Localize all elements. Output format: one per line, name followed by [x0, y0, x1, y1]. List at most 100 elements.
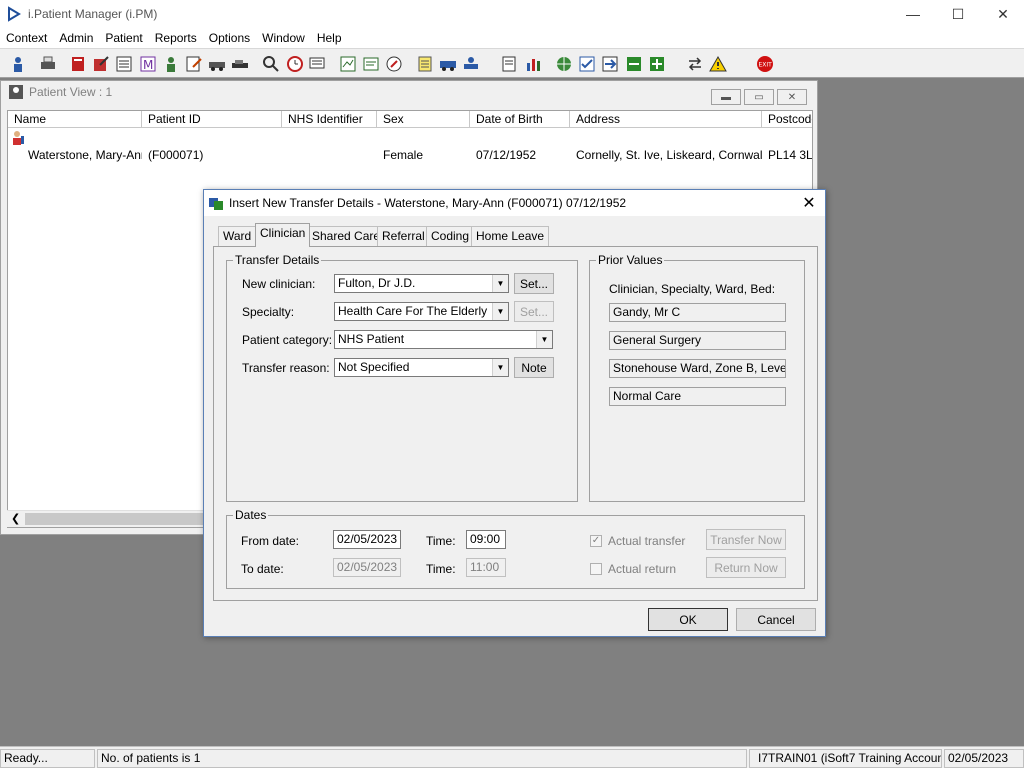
tab-panel: Transfer Details New clinician: Fulton, …: [213, 246, 818, 601]
menu-admin[interactable]: Admin: [53, 31, 99, 45]
menu-options[interactable]: Options: [203, 31, 256, 45]
actual-transfer-checkbox[interactable]: ✓ Actual transfer: [590, 534, 685, 548]
tab-home-leave[interactable]: Home Leave: [471, 226, 550, 246]
child-restore-button[interactable]: ▭: [744, 89, 774, 105]
mail-icon[interactable]: M: [138, 53, 158, 74]
checkmark-icon: ✓: [590, 535, 602, 547]
transfer-now-button[interactable]: Transfer Now: [706, 529, 786, 550]
document-icon[interactable]: [361, 53, 381, 74]
page-icon[interactable]: [499, 53, 519, 74]
user-icon[interactable]: [8, 53, 28, 74]
status-account: I7TRAIN01 (iSoft7 Training Account): [749, 749, 942, 768]
minimize-icon: ▬: [721, 91, 731, 103]
tab-clinician[interactable]: Clinician: [255, 223, 311, 247]
ambulance-icon[interactable]: [438, 53, 458, 74]
cancel-button[interactable]: Cancel: [736, 608, 816, 631]
to-time-field[interactable]: 11:00: [466, 558, 506, 577]
search-icon[interactable]: [261, 53, 281, 74]
from-date-label: From date:: [241, 534, 300, 548]
patient-category-select[interactable]: NHS Patient ▼: [334, 330, 553, 349]
notes-icon[interactable]: [184, 53, 204, 74]
chart-icon[interactable]: [338, 53, 358, 74]
exit-icon[interactable]: EXIT: [755, 53, 775, 74]
maximize-button[interactable]: ☐: [935, 0, 981, 28]
printer-icon[interactable]: [38, 53, 58, 74]
menu-context[interactable]: Context: [0, 31, 53, 45]
set-clinician-button[interactable]: Set...: [514, 273, 554, 294]
horizontal-scrollbar[interactable]: ❮: [7, 510, 207, 527]
transfer-reason-select[interactable]: Not Specified ▼: [334, 358, 509, 377]
transport-icon[interactable]: [207, 53, 227, 74]
bar-chart-icon[interactable]: [523, 53, 543, 74]
menu-window[interactable]: Window: [256, 31, 311, 45]
transfer-icon: [209, 198, 223, 210]
specialty-select[interactable]: Health Care For The Elderly ▼: [334, 302, 509, 321]
monitor-icon[interactable]: [307, 53, 327, 74]
tab-shared-care[interactable]: Shared Care: [307, 226, 386, 246]
app-title-bar: i.Patient Manager (i.PM) — ☐ ✕: [0, 0, 1024, 28]
to-date-field[interactable]: 02/05/2023: [333, 558, 401, 577]
new-clinician-label: New clinician:: [242, 277, 316, 291]
table-row[interactable]: Waterstone, Mary-Ann (F000071) Female 07…: [8, 129, 812, 162]
transfer-new-icon[interactable]: [647, 53, 667, 74]
warning-icon[interactable]: [708, 53, 728, 74]
note-button[interactable]: Note: [514, 357, 554, 378]
actual-transfer-label: Actual transfer: [608, 534, 686, 548]
chevron-down-icon[interactable]: ▼: [492, 275, 508, 292]
set-specialty-button[interactable]: Set...: [514, 301, 554, 322]
column-header-dob[interactable]: Date of Birth: [470, 111, 570, 128]
scroll-left-icon[interactable]: ❮: [11, 512, 20, 525]
bed-icon[interactable]: [461, 53, 481, 74]
tab-ward[interactable]: Ward: [218, 226, 257, 246]
minimize-button[interactable]: —: [890, 0, 936, 28]
scroll-thumb[interactable]: [25, 513, 205, 525]
chevron-down-icon[interactable]: ▼: [492, 303, 508, 320]
transfer-alt-icon[interactable]: [624, 53, 644, 74]
clock-icon[interactable]: [285, 53, 305, 74]
swap-icon[interactable]: [685, 53, 705, 74]
column-header-sex[interactable]: Sex: [377, 111, 470, 128]
column-header-address[interactable]: Address: [570, 111, 762, 128]
from-date-field[interactable]: 02/05/2023: [333, 530, 401, 549]
form-icon[interactable]: [114, 53, 134, 74]
new-clinician-value: Fulton, Dr J.D.: [338, 276, 416, 290]
lab-icon[interactable]: [384, 53, 404, 74]
ok-button[interactable]: OK: [648, 608, 728, 631]
new-clinician-select[interactable]: Fulton, Dr J.D. ▼: [334, 274, 509, 293]
list-icon[interactable]: [415, 53, 435, 74]
check-list-icon[interactable]: [577, 53, 597, 74]
status-bar: Ready... No. of patients is 1 I7TRAIN01 …: [0, 746, 1024, 768]
chevron-down-icon[interactable]: ▼: [492, 359, 508, 376]
close-button[interactable]: ✕: [980, 0, 1024, 28]
child-minimize-button[interactable]: ▬: [711, 89, 741, 105]
menu-help[interactable]: Help: [311, 31, 348, 45]
menu-reports[interactable]: Reports: [149, 31, 203, 45]
tab-referral[interactable]: Referral: [377, 226, 430, 246]
menu-patient[interactable]: Patient: [99, 31, 148, 45]
car-icon[interactable]: [230, 53, 250, 74]
column-header-patient-id[interactable]: Patient ID: [142, 111, 282, 128]
transfer-details-group: Transfer Details New clinician: Fulton, …: [226, 253, 578, 502]
child-close-button[interactable]: ✕: [777, 89, 807, 105]
globe-icon[interactable]: [554, 53, 574, 74]
column-header-nhs-identifier[interactable]: NHS Identifier: [282, 111, 377, 128]
patient-view-icon: [9, 85, 23, 99]
edit-icon[interactable]: [91, 53, 111, 74]
column-header-name[interactable]: Name: [8, 111, 142, 128]
column-header-postcode[interactable]: Postcode: [762, 111, 812, 128]
transfer-reason-label: Transfer reason:: [242, 361, 330, 375]
dialog-close-button[interactable]: ✕: [799, 193, 819, 213]
chevron-down-icon[interactable]: ▼: [536, 331, 552, 348]
transfer-reason-value: Not Specified: [338, 360, 410, 374]
transfer-icon[interactable]: [600, 53, 620, 74]
return-now-button[interactable]: Return Now: [706, 557, 786, 578]
from-time-field[interactable]: 09:00: [466, 530, 506, 549]
actual-return-checkbox[interactable]: Actual return: [590, 562, 676, 576]
tab-coding[interactable]: Coding: [426, 226, 475, 246]
doctor-icon[interactable]: [161, 53, 181, 74]
transfer-dialog: Insert New Transfer Details - Waterstone…: [203, 189, 826, 637]
book-icon[interactable]: [68, 53, 88, 74]
patient-view-title-bar: Patient View : 1: [1, 81, 817, 103]
prior-values-heading: Clinician, Specialty, Ward, Bed:: [609, 282, 776, 296]
prior-ward: Stonehouse Ward, Zone B, Level 7: [609, 359, 786, 378]
